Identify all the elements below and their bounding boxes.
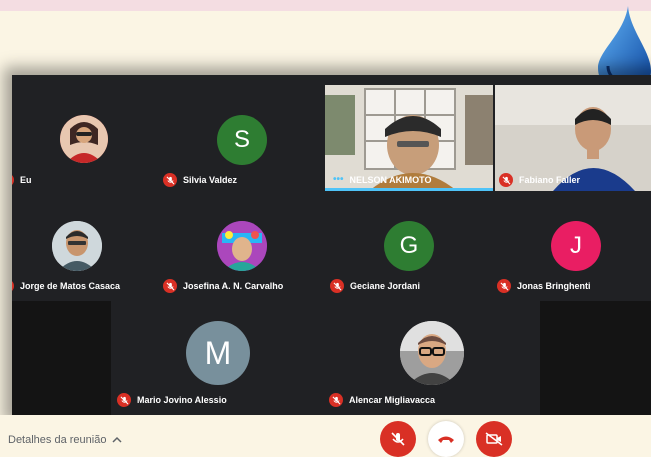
hang-up-button[interactable] (428, 421, 464, 457)
participant-tile-josefina[interactable]: Josefina A. N. Carvalho (163, 195, 323, 297)
participant-tile-jonas[interactable]: J Jonas Bringhenti (497, 195, 651, 297)
avatar: M (186, 321, 250, 385)
participant-name: Eu (20, 175, 32, 185)
mic-off-icon (117, 393, 131, 407)
avatar: J (551, 221, 601, 271)
participant-tile-alencar[interactable]: Alencar Migliavacca (327, 301, 537, 411)
empty-tile-right (540, 301, 651, 415)
participant-name: Geciane Jordani (350, 281, 421, 291)
avatar (52, 221, 102, 271)
participant-name: Mario Jovino Alessio (137, 395, 227, 405)
participant-name: Jorge de Matos Casaca (20, 281, 121, 291)
camera-off-icon (485, 432, 503, 446)
avatar (60, 115, 108, 163)
participant-name: NELSON AKIMOTO (349, 174, 432, 185)
participant-name: Fabiano Faller (519, 175, 581, 185)
mic-off-icon (330, 279, 344, 293)
meeting-grid: Eu S Silvia Valdez ••• NELSON AKIMOTO Fa… (12, 75, 651, 415)
chevron-up-icon (112, 436, 122, 443)
avatar (217, 221, 267, 271)
participant-tile-nelson[interactable]: ••• NELSON AKIMOTO (325, 85, 493, 191)
participant-name: Alencar Migliavacca (349, 395, 436, 405)
top-strip (0, 0, 651, 11)
mic-off-icon (12, 173, 14, 187)
mic-off-icon (12, 279, 14, 293)
mic-off-icon (499, 173, 513, 187)
empty-tile-left (12, 301, 111, 415)
mic-off-icon (163, 173, 177, 187)
participant-tile-eu[interactable]: Eu (12, 85, 158, 191)
speaking-dots-icon: ••• (333, 174, 344, 185)
mic-off-icon (391, 432, 405, 446)
participant-name: Jonas Bringhenti (517, 281, 591, 291)
participant-name: Silvia Valdez (183, 175, 238, 185)
participant-tile-silvia[interactable]: S Silvia Valdez (163, 85, 323, 191)
participant-tile-mario[interactable]: M Mario Jovino Alessio (113, 301, 323, 411)
camera-toggle-button[interactable] (476, 421, 512, 457)
meeting-details-button[interactable]: Detalhes da reunião (8, 434, 122, 446)
mic-toggle-button[interactable] (380, 421, 416, 457)
hang-up-icon (438, 436, 454, 443)
participant-tile-geciane[interactable]: G Geciane Jordani (330, 195, 490, 297)
bottom-bar: Detalhes da reunião (0, 415, 651, 457)
mic-off-icon (163, 279, 177, 293)
avatar (400, 321, 464, 385)
mic-off-icon (497, 279, 511, 293)
participant-name: Josefina A. N. Carvalho (183, 281, 284, 291)
avatar: S (217, 115, 267, 165)
speaking-indicator (325, 188, 493, 191)
mic-off-icon (329, 393, 343, 407)
participant-tile-jorge[interactable]: Jorge de Matos Casaca (12, 195, 158, 297)
avatar: G (384, 221, 434, 271)
participant-tile-fabiano[interactable]: Fabiano Faller (495, 85, 651, 191)
meeting-details-label: Detalhes da reunião (8, 434, 107, 446)
